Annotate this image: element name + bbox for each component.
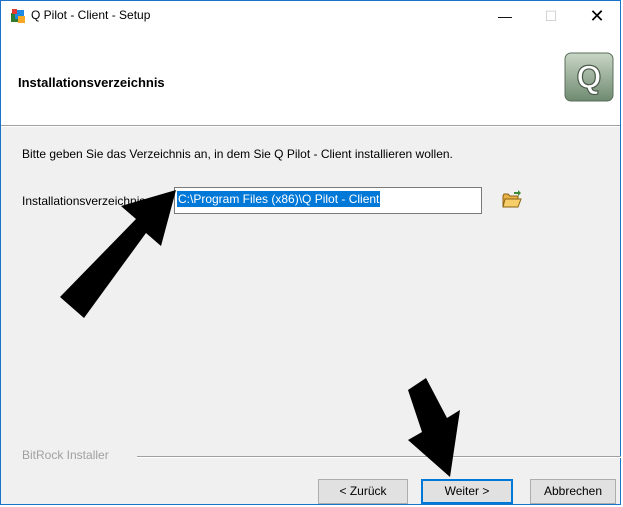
setup-window: Q Pilot - Client - Setup — ☐ ✕ Installat… — [0, 0, 621, 505]
installer-app-icon — [11, 9, 25, 23]
window-title: Q Pilot - Client - Setup — [31, 8, 151, 22]
footer-divider — [137, 456, 621, 458]
q-pilot-logo: Q — [564, 52, 614, 102]
minimize-button[interactable]: — — [482, 1, 528, 31]
install-dir-label: Installationsverzeichnis — [22, 194, 146, 208]
bitrock-branding: BitRock Installer — [22, 448, 109, 462]
install-dir-value[interactable]: C:\Program Files (x86)\Q Pilot - Client — [177, 191, 381, 207]
instruction-text: Bitte geben Sie das Verzeichnis an, in d… — [22, 147, 453, 161]
page-title: Installationsverzeichnis — [18, 75, 165, 90]
next-button[interactable]: Weiter > — [421, 479, 513, 504]
header-divider — [1, 125, 620, 127]
back-button[interactable]: < Zurück — [318, 479, 408, 504]
close-button[interactable]: ✕ — [574, 1, 620, 31]
browse-folder-icon[interactable] — [501, 189, 523, 211]
maximize-button[interactable]: ☐ — [528, 1, 574, 31]
cancel-button[interactable]: Abbrechen — [530, 479, 616, 504]
svg-text:Q: Q — [577, 59, 602, 95]
wizard-header: Installationsverzeichnis Q — [1, 31, 620, 125]
title-bar[interactable]: Q Pilot - Client - Setup — ☐ ✕ — [1, 1, 620, 31]
